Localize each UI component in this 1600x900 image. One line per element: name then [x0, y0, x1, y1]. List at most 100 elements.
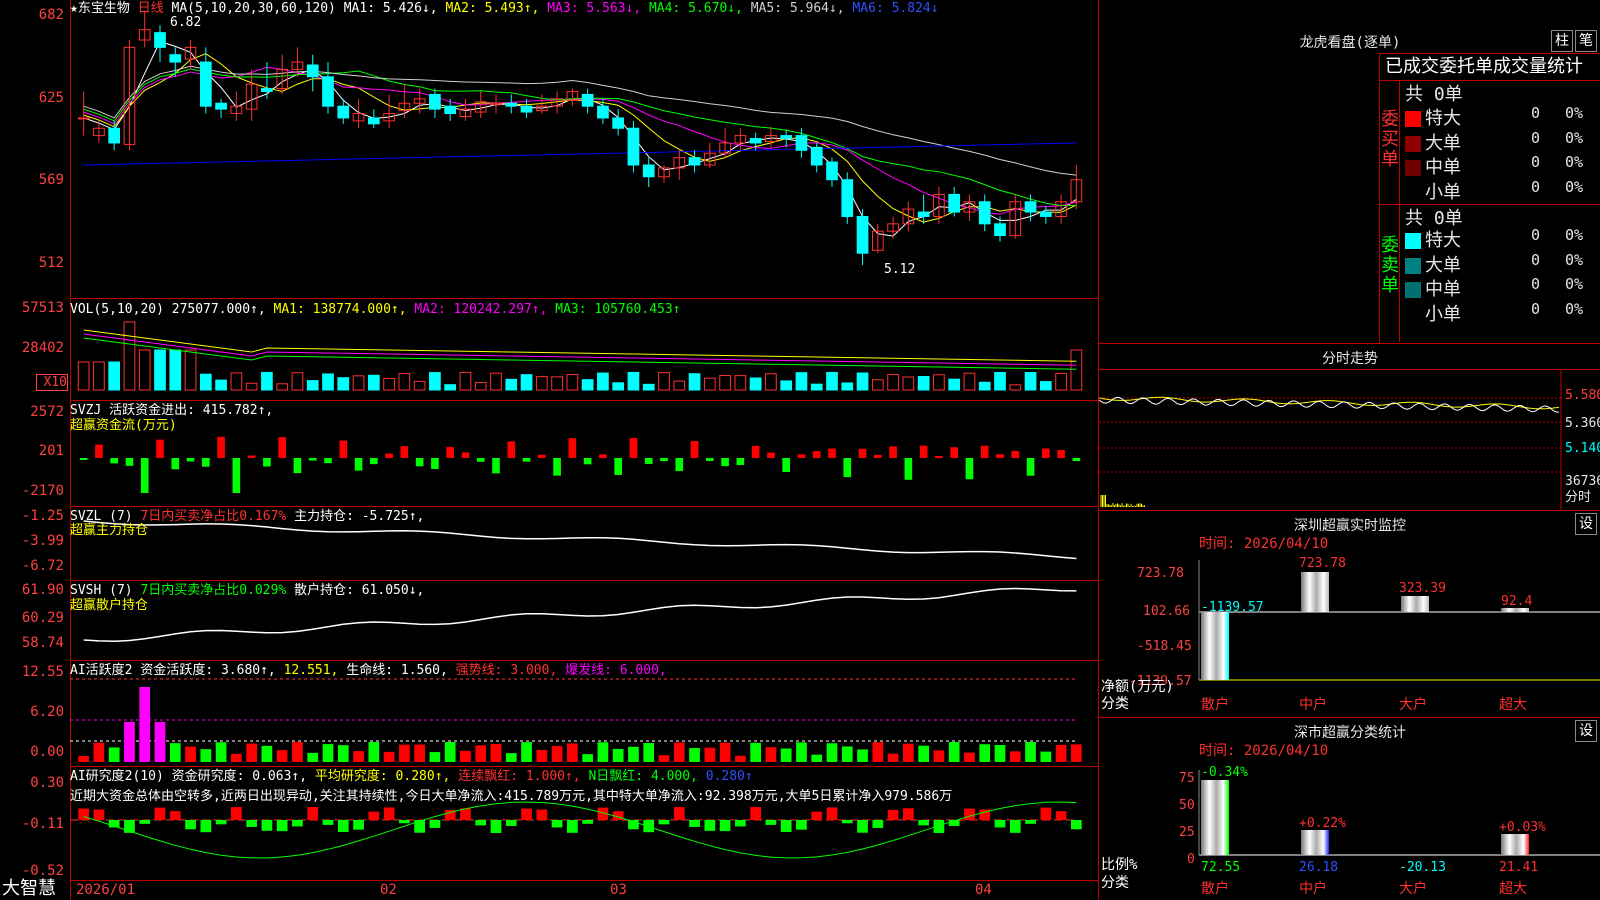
volume-bar	[781, 381, 792, 390]
activity-bar	[949, 742, 960, 762]
fund-flow-bar	[248, 455, 256, 458]
fund-flow-bar	[645, 458, 653, 464]
volume-bar	[277, 384, 288, 390]
chart-area[interactable]: ★东宝生物 日线 MA(5,10,20,30,60,120) MA1: 5.42…	[70, 0, 1098, 900]
volume-bar	[949, 379, 960, 390]
fund-flow-bar	[752, 446, 760, 458]
fund-flow-bar	[324, 458, 332, 463]
activity-bar	[475, 745, 486, 762]
svsh-axis-label: 60.29	[0, 610, 64, 626]
research-bar	[827, 807, 838, 820]
date-label: 2026/01	[76, 883, 135, 898]
fund-flow-bar	[569, 438, 577, 458]
fund-flow-bar	[339, 441, 347, 458]
activity-bar	[338, 745, 349, 762]
research-bar	[200, 820, 211, 832]
volume-bar	[964, 373, 975, 390]
fund-flow-bar	[905, 458, 913, 480]
volume-bar	[811, 384, 822, 390]
activity-bar	[842, 746, 853, 762]
fund-flow-bar	[614, 458, 622, 475]
activity-bar	[598, 742, 609, 762]
svsh-axis-label: 61.90	[0, 582, 64, 598]
candle-body	[842, 180, 853, 217]
research-bar	[292, 820, 303, 826]
fund-flow-bar	[446, 447, 454, 458]
fund-flow-bar	[538, 455, 546, 458]
brand-logo: 大智慧	[2, 878, 56, 900]
candle-body	[216, 103, 227, 109]
candle-body	[918, 212, 929, 216]
activity-bar	[323, 744, 334, 762]
fund-flow-bar	[966, 458, 974, 479]
fund-flow-bar	[294, 458, 302, 473]
chart-canvas[interactable]	[70, 0, 1098, 900]
research-bar	[918, 820, 929, 825]
activity-bar	[521, 742, 532, 762]
research-bar	[216, 820, 227, 824]
volume-bar	[674, 381, 685, 390]
candle-body	[811, 147, 822, 165]
vol-unit-badge: X10	[36, 374, 68, 391]
fund-flow-bar	[492, 458, 500, 473]
volume-bar	[78, 362, 89, 390]
ai2-axis-label: -0.52	[0, 863, 64, 879]
activity-bar	[995, 745, 1006, 762]
fund-flow-bar	[706, 458, 714, 461]
activity-bar	[613, 749, 624, 762]
ma6-line	[84, 143, 1077, 165]
activity-bar	[903, 744, 914, 762]
price-header: ★东宝生物 日线 MA(5,10,20,30,60,120) MA1: 5.42…	[70, 1, 939, 16]
research-bar	[811, 812, 822, 820]
activity-bar	[231, 754, 242, 762]
candle-body	[323, 77, 334, 106]
vol-header: VOL(5,10,20) 275077.000↑, MA1: 138774.00…	[70, 302, 681, 317]
fund-flow-bar	[110, 458, 118, 463]
activity-bar	[857, 749, 868, 762]
research-bar	[1010, 820, 1021, 833]
fund-flow-bar	[507, 441, 515, 458]
activity-bar	[430, 752, 441, 762]
volume-bar	[979, 382, 990, 390]
activity-bar	[185, 747, 196, 762]
fund-flow-bar	[691, 441, 699, 458]
svsh-axis-label: 58.74	[0, 635, 64, 651]
research-bar	[368, 812, 379, 820]
volume-bar	[582, 380, 593, 390]
fund-flow-bar	[263, 458, 271, 466]
fund-flow-bar	[660, 458, 668, 461]
fund-flow-bar	[767, 453, 775, 458]
fund-flow-bar	[584, 458, 592, 464]
svsh-subtitle: 超赢散户持仓	[70, 598, 148, 613]
research-bar	[262, 820, 273, 831]
activity-bar	[277, 750, 288, 762]
ai1-axis-label: 12.55	[0, 664, 64, 680]
activity-bar	[689, 748, 700, 762]
svzj-header: SVZJ 活跃资金进出: 415.782↑,	[70, 403, 273, 418]
candle-body	[796, 136, 807, 151]
volume-bar	[292, 373, 303, 390]
candle-body	[78, 118, 89, 119]
activity-bar	[811, 755, 822, 762]
volume-bar	[414, 381, 425, 390]
research-bar	[842, 820, 853, 823]
activity-bar	[292, 742, 303, 762]
research-bar	[521, 809, 532, 820]
activity-bar	[720, 743, 731, 762]
main-position-line	[84, 521, 1077, 559]
fund-flow-bar	[874, 455, 882, 458]
fund-flow-bar	[523, 458, 531, 462]
ai2-axis-label: 0.30	[0, 775, 64, 791]
fund-flow-bar	[1057, 450, 1065, 458]
research-bar	[491, 820, 502, 833]
fund-flow-bar	[798, 454, 806, 458]
volume-bar	[598, 373, 609, 390]
fund-flow-bar	[95, 445, 103, 458]
candle-body	[949, 194, 960, 212]
right-panel: 龙虎看盘(逐单) 柱 笔 已成交委托单成交量统计 共 0单 委买单 特大 0 0% 大…	[1098, 0, 1600, 900]
research-bar	[384, 807, 395, 820]
research-bar	[1040, 808, 1051, 820]
activity-bar	[1010, 751, 1021, 762]
research-bar	[1071, 820, 1082, 829]
candle-body	[262, 89, 273, 92]
